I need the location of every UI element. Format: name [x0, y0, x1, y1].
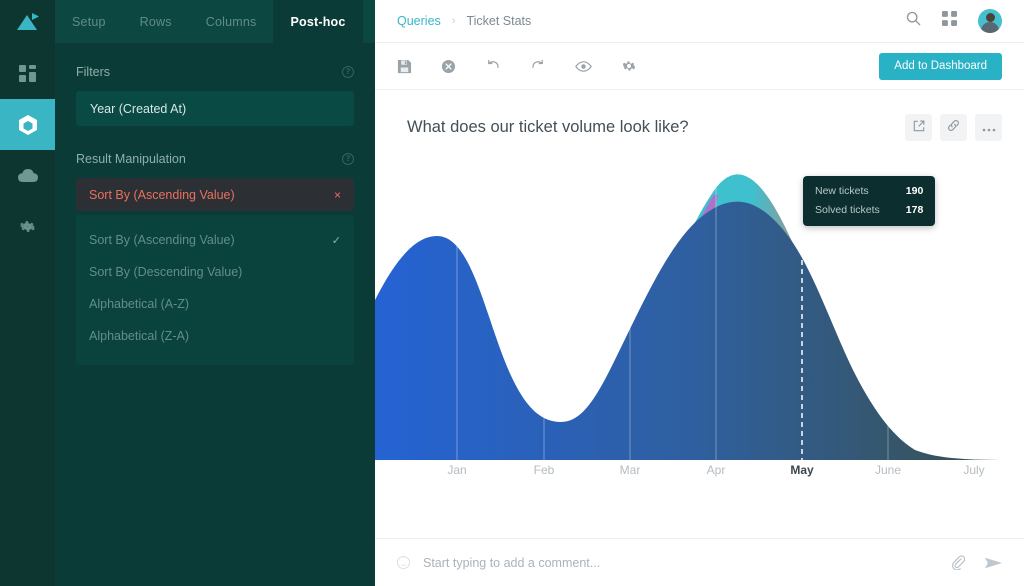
x-tick-july[interactable]: July — [963, 463, 984, 477]
question-title-row: What does our ticket volume look like? — [375, 90, 1024, 141]
remove-sort-by-icon[interactable]: × — [334, 189, 341, 201]
link-icon — [947, 119, 960, 137]
dropdown-option-label: Sort By (Ascending Value) — [89, 233, 235, 247]
dropdown-option-label: Sort By (Descending Value) — [89, 265, 243, 279]
tooltip-value: 178 — [905, 204, 924, 216]
editor-toolbar: Add to Dashboard — [375, 43, 1024, 90]
sort-by-chip[interactable]: Sort By (Ascending Value) × — [76, 178, 354, 211]
sidebar-item-queries[interactable] — [0, 99, 55, 150]
dropdown-option-sort-ascending[interactable]: Sort By (Ascending Value) ✓ — [76, 224, 354, 256]
tooltip-label: Solved tickets — [815, 204, 880, 216]
avatar[interactable] — [978, 9, 1002, 33]
play-triangle-logo[interactable] — [0, 4, 55, 42]
sort-by-dropdown: Sort By (Ascending Value) ✓ Sort By (Des… — [76, 215, 354, 365]
chart-tooltip: New tickets 190 Solved tickets 178 — [803, 176, 936, 226]
dashboard-grid-icon — [18, 64, 37, 83]
breadcrumb-separator: › — [451, 15, 456, 27]
check-icon: ✓ — [331, 234, 341, 247]
tooltip-row: New tickets 190 — [815, 185, 923, 197]
send-icon[interactable] — [985, 556, 1002, 570]
preview-eye-icon[interactable] — [575, 60, 592, 73]
dropdown-option-label: Alphabetical (A-Z) — [89, 297, 190, 311]
sidebar-item-settings[interactable] — [0, 201, 55, 252]
more-options-button[interactable] — [975, 114, 1002, 141]
result-manipulation-help-icon[interactable]: ? — [342, 153, 354, 165]
filters-heading: Filters — [76, 65, 111, 79]
top-bar: Queries › Ticket Stats — [375, 0, 1024, 43]
paperclip-icon[interactable] — [951, 555, 965, 570]
tooltip-value: 190 — [905, 185, 924, 197]
page-title: What does our ticket volume look like? — [407, 118, 689, 136]
tab-columns[interactable]: Columns — [189, 0, 274, 43]
open-external-icon — [913, 119, 925, 137]
cancel-icon[interactable] — [441, 59, 456, 74]
tooltip-row: Solved tickets 178 — [815, 204, 923, 216]
search-icon[interactable] — [906, 11, 921, 31]
filter-year-created-at[interactable]: Year (Created At) — [76, 91, 354, 126]
panel-body: Filters ? Year (Created At) Result Manip… — [55, 43, 375, 586]
breadcrumb-queries[interactable]: Queries — [397, 14, 441, 28]
breadcrumb-current: Ticket Stats — [466, 14, 532, 28]
dropdown-option-label: Alphabetical (Z-A) — [89, 329, 190, 343]
copy-link-button[interactable] — [940, 114, 967, 141]
add-to-dashboard-button[interactable]: Add to Dashboard — [879, 52, 1002, 80]
config-panel: Setup Rows Columns Post-hoc Filters ? Ye… — [55, 0, 375, 586]
cloud-icon — [17, 168, 38, 183]
icon-rail — [0, 0, 55, 586]
x-tick-mar[interactable]: Mar — [620, 463, 641, 477]
filter-value-label: Year (Created At) — [90, 101, 187, 116]
sidebar-item-dashboard[interactable] — [0, 48, 55, 99]
dropdown-option-sort-descending[interactable]: Sort By (Descending Value) — [76, 256, 354, 288]
save-icon[interactable] — [397, 59, 412, 74]
settings-gear-icon[interactable] — [621, 58, 637, 74]
x-tick-feb[interactable]: Feb — [534, 463, 555, 477]
redo-icon[interactable] — [530, 58, 546, 74]
tab-post-hoc-label: Post-hoc — [290, 14, 346, 29]
x-tick-may[interactable]: May — [790, 463, 813, 477]
x-tick-jan[interactable]: Jan — [447, 463, 466, 477]
tab-columns-label: Columns — [205, 14, 257, 29]
avatar-head — [985, 13, 995, 22]
tab-setup[interactable]: Setup — [55, 0, 123, 43]
tab-rows-label: Rows — [139, 14, 172, 29]
tab-post-hoc[interactable]: Post-hoc — [273, 0, 363, 43]
dropdown-option-alphabetical-za[interactable]: Alphabetical (Z-A) — [76, 320, 354, 352]
filters-help-icon[interactable]: ? — [342, 66, 354, 78]
comment-input[interactable] — [423, 555, 931, 570]
more-options-icon — [982, 119, 996, 137]
open-external-button[interactable] — [905, 114, 932, 141]
series-new-tickets-area — [375, 201, 1024, 460]
tab-setup-label: Setup — [72, 14, 106, 29]
apps-grid-icon[interactable] — [942, 11, 957, 31]
top-bar-actions — [906, 9, 1002, 33]
x-tick-june[interactable]: June — [875, 463, 901, 477]
x-tick-apr[interactable]: Apr — [707, 463, 726, 477]
dropdown-option-alphabetical-az[interactable]: Alphabetical (A-Z) — [76, 288, 354, 320]
main-area: Queries › Ticket Stats Add to Dashboard … — [375, 0, 1024, 586]
hexagon-query-icon — [17, 113, 39, 137]
avatar-body — [981, 22, 999, 33]
tooltip-label: New tickets — [815, 185, 869, 197]
panel-tabs: Setup Rows Columns Post-hoc — [55, 0, 375, 43]
chart-area: New tickets 190 Solved tickets 178 Jan F… — [375, 141, 1024, 538]
tab-rows[interactable]: Rows — [123, 0, 189, 43]
result-manipulation-heading: Result Manipulation — [76, 152, 186, 166]
smiley-icon[interactable] — [397, 556, 410, 569]
undo-icon[interactable] — [485, 58, 501, 74]
sidebar-item-cloud[interactable] — [0, 150, 55, 201]
result-manipulation-section-header: Result Manipulation ? — [76, 152, 354, 166]
comment-bar — [375, 538, 1024, 586]
chart-x-axis: Jan Feb Mar Apr May June July — [375, 463, 1024, 503]
app-window: Setup Rows Columns Post-hoc Filters ? Ye… — [0, 0, 1024, 586]
gear-icon — [18, 217, 37, 236]
question-actions — [905, 114, 1002, 141]
filters-section-header: Filters ? — [76, 65, 354, 79]
sort-by-chip-label: Sort By (Ascending Value) — [89, 187, 235, 202]
